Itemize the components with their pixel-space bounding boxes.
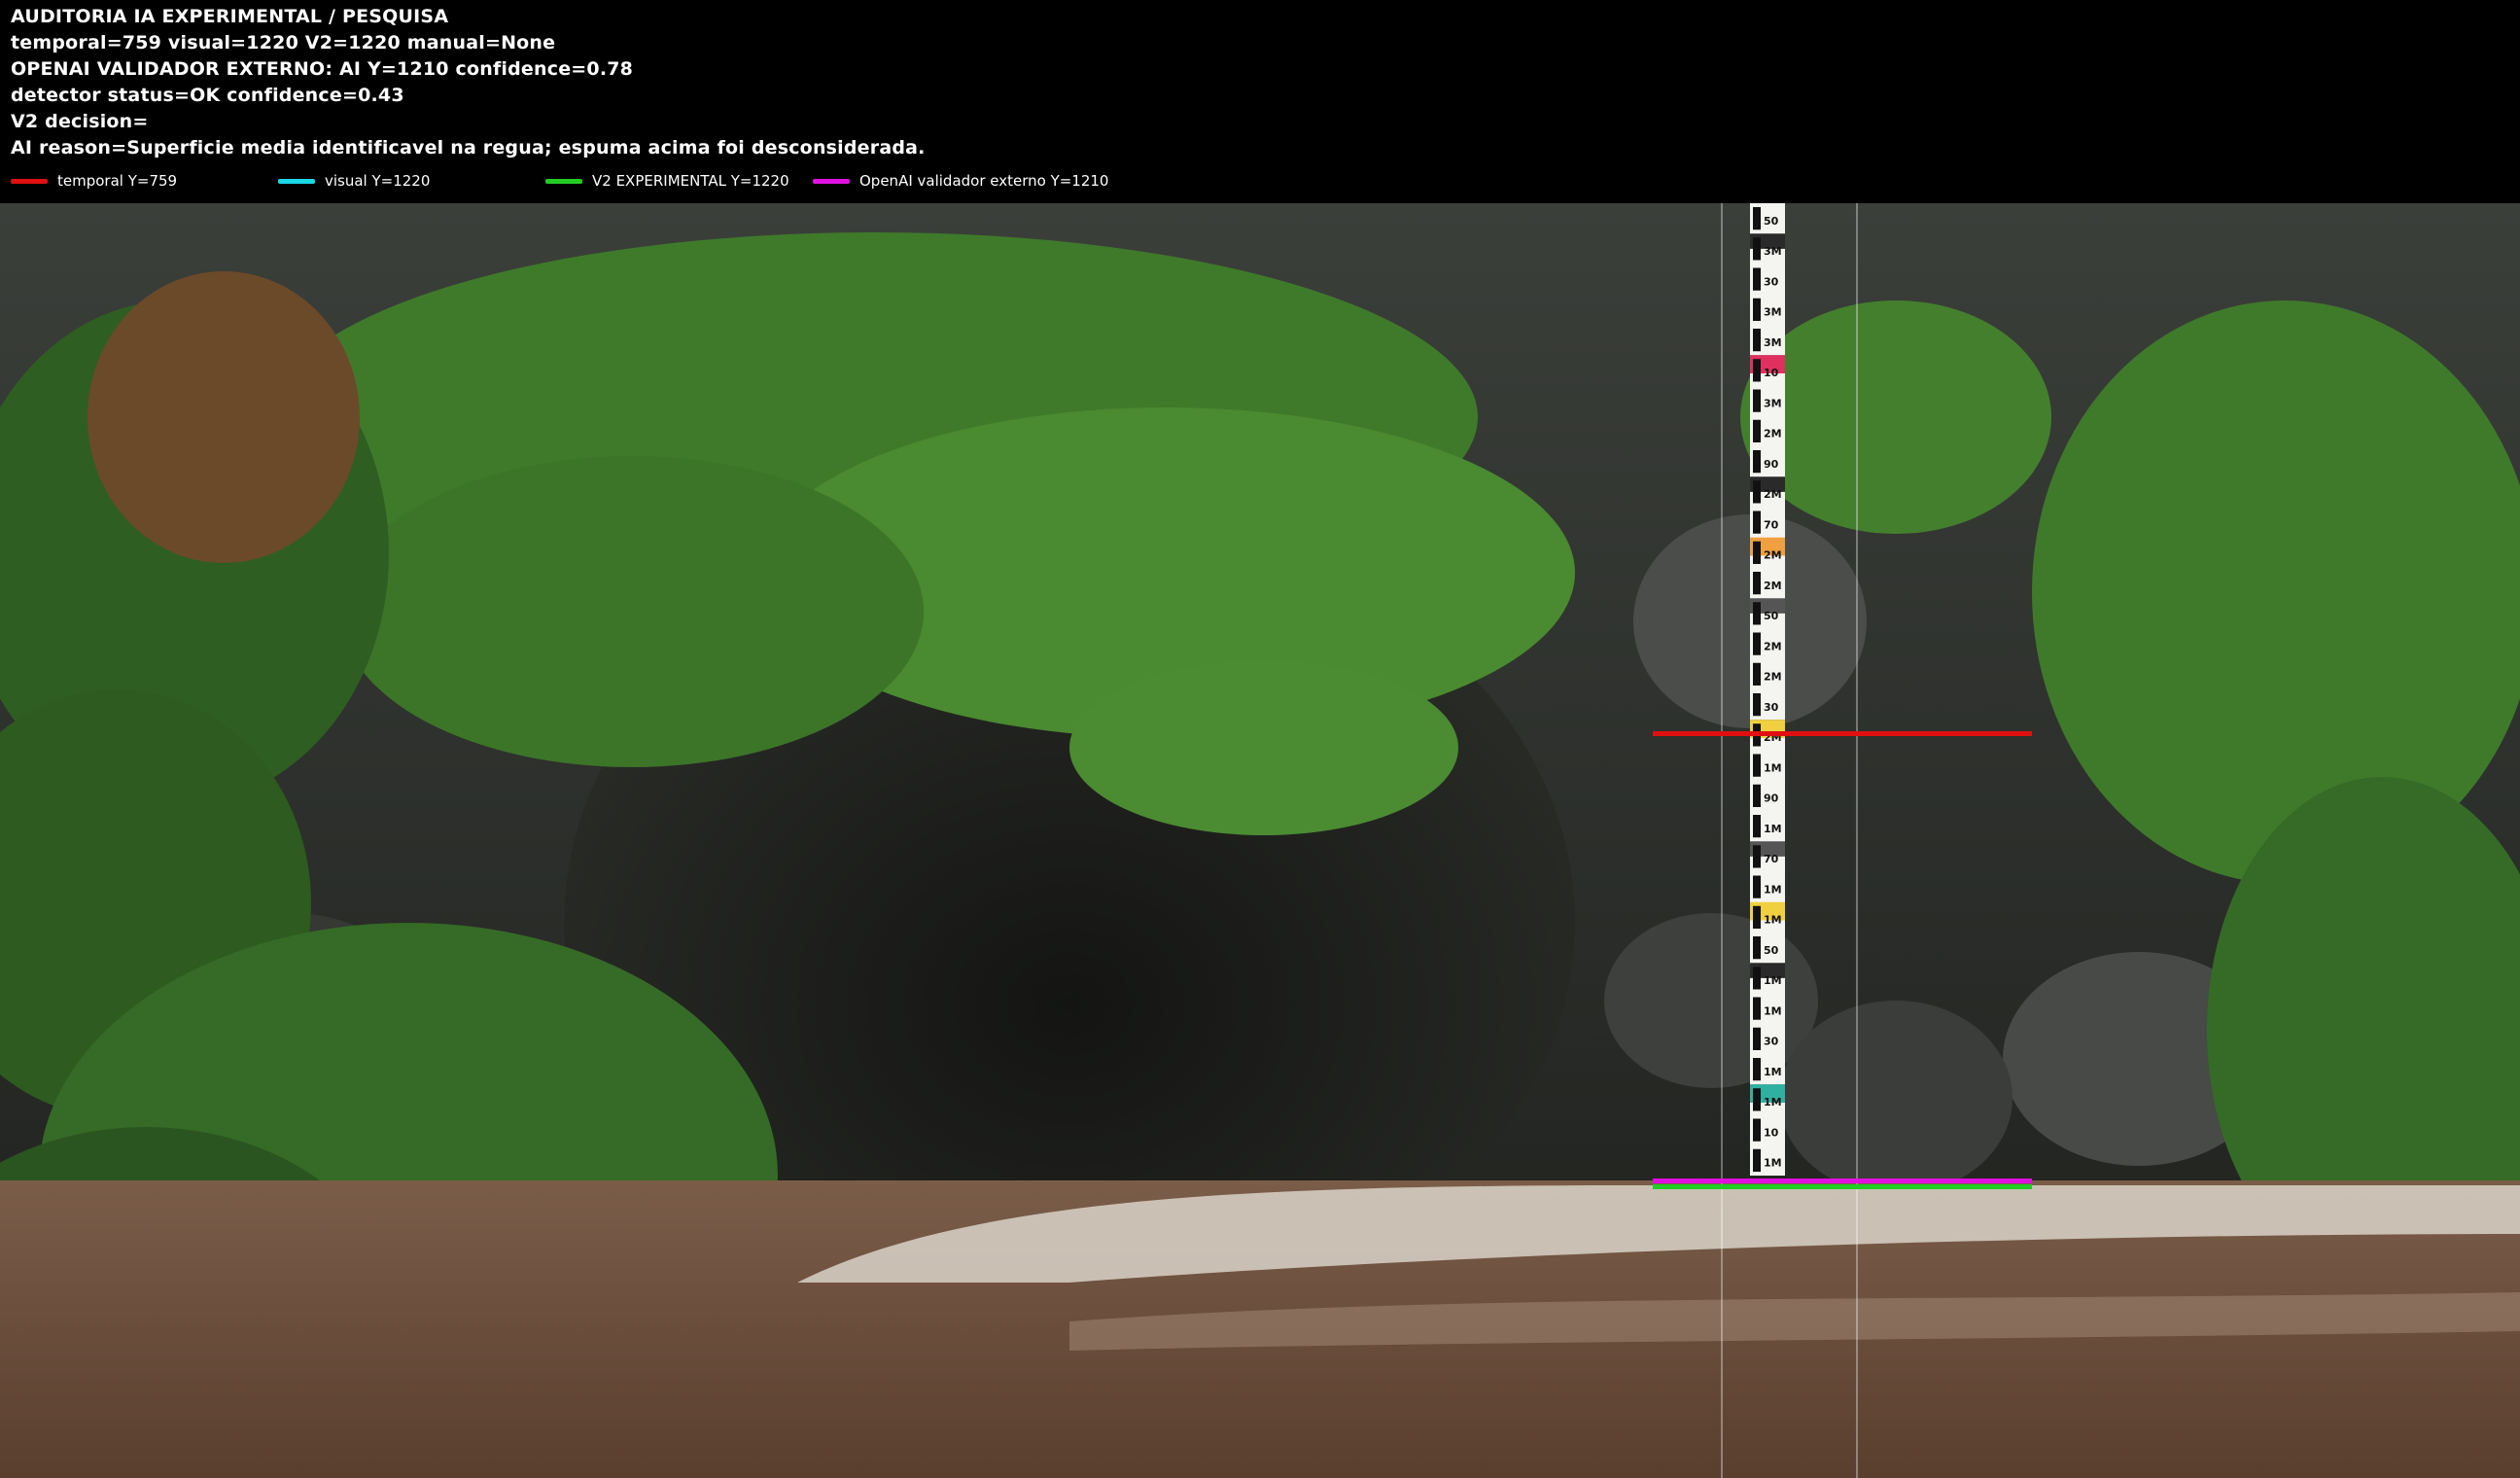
gauge-e-mark xyxy=(1753,845,1761,868)
legend-item-temporal: temporal Y=759 xyxy=(11,169,177,193)
gauge-e-mark xyxy=(1753,1027,1761,1050)
legend-swatch-green xyxy=(545,178,582,184)
gauge-e-mark xyxy=(1753,1118,1761,1142)
readings-line: temporal=759 visual=1220 V2=1220 manual=… xyxy=(11,32,556,53)
gauge-tick-label: 50 xyxy=(1764,610,1779,622)
gauge-tick-label: 90 xyxy=(1764,458,1779,471)
camera-frame: 50 3M 30 3M 3M 10 3M 2M 90 2M 70 2M 2M 50 2M 2M 30 2M 1M 90… xyxy=(0,203,2520,1478)
gauge-e-mark xyxy=(1753,419,1761,442)
gauge-e-mark xyxy=(1753,784,1761,807)
gauge-guide-line-left xyxy=(1721,203,1723,1478)
gauge-e-mark xyxy=(1753,936,1761,960)
temporal-level-line xyxy=(1653,731,2032,736)
gauge-tick-label: 1M xyxy=(1764,1157,1782,1170)
gauge-tick-label: 30 xyxy=(1764,275,1779,288)
gauge-e-mark xyxy=(1753,662,1761,686)
openai-level-line xyxy=(1653,1179,2032,1183)
gauge-tick-label: 3M xyxy=(1764,245,1782,258)
gauge-e-mark xyxy=(1753,815,1761,838)
gauge-e-mark xyxy=(1753,480,1761,504)
gauge-tick-label: 1M xyxy=(1764,1004,1782,1017)
gauge-tick-label: 2M xyxy=(1764,488,1782,501)
gauge-tick-label: 10 xyxy=(1764,367,1779,379)
legend-label: V2 EXPERIMENTAL Y=1220 xyxy=(592,172,789,190)
gauge-tick-label: 10 xyxy=(1764,1126,1779,1139)
v2-level-line xyxy=(1653,1184,2032,1189)
legend-item-v2: V2 EXPERIMENTAL Y=1220 xyxy=(545,169,789,193)
gauge-e-mark xyxy=(1753,632,1761,655)
audit-header: AUDITORIA IA EXPERIMENTAL / PESQUISA tem… xyxy=(0,0,2520,203)
legend-swatch-red xyxy=(11,178,48,184)
gauge-e-mark xyxy=(1753,329,1761,352)
legend: temporal Y=759 visual Y=1220 V2 EXPERIME… xyxy=(0,169,2520,193)
legend-item-visual: visual Y=1220 xyxy=(278,169,430,193)
water-level-staff-gauge: 503M303M3M103M2M902M702M2M502M2M302M1M90… xyxy=(1750,203,1785,1176)
gauge-e-mark xyxy=(1753,693,1761,717)
gauge-tick-label: 3M xyxy=(1764,306,1782,319)
gauge-tick-label: 1M xyxy=(1764,974,1782,987)
gauge-e-mark xyxy=(1753,905,1761,929)
gauge-e-mark xyxy=(1753,389,1761,412)
gauge-e-mark xyxy=(1753,359,1761,382)
boulder xyxy=(1779,1001,2012,1195)
gauge-tick-label: 2M xyxy=(1764,671,1782,684)
gauge-e-mark xyxy=(1753,997,1761,1020)
gauge-tick-label: 2M xyxy=(1764,549,1782,562)
river-scene-image: 503M303M3M103M2M902M702M2M502M2M302M1M90… xyxy=(0,203,2520,1478)
legend-label: visual Y=1220 xyxy=(325,172,431,190)
gauge-e-mark xyxy=(1753,267,1761,291)
gauge-tick-label: 1M xyxy=(1764,1066,1782,1078)
gauge-e-mark xyxy=(1753,602,1761,625)
gauge-tick-label: 1M xyxy=(1764,823,1782,835)
gauge-tick-label: 30 xyxy=(1764,701,1779,714)
gauge-e-mark xyxy=(1753,207,1761,230)
gauge-tick-label: 50 xyxy=(1764,215,1779,228)
legend-swatch-magenta xyxy=(813,178,850,184)
detector-status-line: detector status=OK confidence=0.43 xyxy=(11,85,404,106)
gauge-e-mark xyxy=(1753,237,1761,261)
gauge-tick-label: 70 xyxy=(1764,853,1779,865)
gauge-tick-label: 1M xyxy=(1764,1096,1782,1108)
gauge-tick-label: 1M xyxy=(1764,914,1782,927)
gauge-tick-label: 2M xyxy=(1764,640,1782,652)
legend-swatch-cyan xyxy=(278,178,315,184)
gauge-tick-label: 90 xyxy=(1764,792,1779,805)
gauge-tick-label: 70 xyxy=(1764,518,1779,531)
gauge-tick-label: 3M xyxy=(1764,397,1782,409)
gauge-e-mark xyxy=(1753,754,1761,777)
openai-validator-line: OPENAI VALIDADOR EXTERNO: AI Y=1210 conf… xyxy=(11,58,634,80)
gauge-tick-label: 1M xyxy=(1764,761,1782,774)
gauge-tick-label: 50 xyxy=(1764,944,1779,957)
v2-decision-line: V2 decision= xyxy=(11,111,149,132)
gauge-e-mark xyxy=(1753,1088,1761,1111)
legend-item-openai: OpenAI validador externo Y=1210 xyxy=(813,169,1108,193)
gauge-tick-label: 30 xyxy=(1764,1036,1779,1048)
gauge-e-mark xyxy=(1753,1148,1761,1172)
boulder xyxy=(1604,913,1818,1088)
gauge-e-mark xyxy=(1753,967,1761,990)
gauge-e-mark xyxy=(1753,510,1761,534)
gauge-e-mark xyxy=(1753,298,1761,321)
gauge-e-mark xyxy=(1753,541,1761,564)
gauge-e-mark xyxy=(1753,875,1761,898)
gauge-guide-line-right xyxy=(1856,203,1858,1478)
audit-title: AUDITORIA IA EXPERIMENTAL / PESQUISA xyxy=(11,6,449,27)
gauge-e-mark xyxy=(1753,450,1761,474)
legend-label: OpenAI validador externo Y=1210 xyxy=(859,172,1109,190)
gauge-tick-label: 1M xyxy=(1764,883,1782,896)
gauge-e-mark xyxy=(1753,1058,1761,1081)
gauge-tick-label: 2M xyxy=(1764,580,1782,592)
legend-label: temporal Y=759 xyxy=(57,172,178,190)
ai-reason-line: AI reason=Superficie media identificavel… xyxy=(11,137,926,158)
gauge-tick-label: 2M xyxy=(1764,428,1782,440)
gauge-e-mark xyxy=(1753,572,1761,595)
gauge-tick-label: 3M xyxy=(1764,336,1782,349)
